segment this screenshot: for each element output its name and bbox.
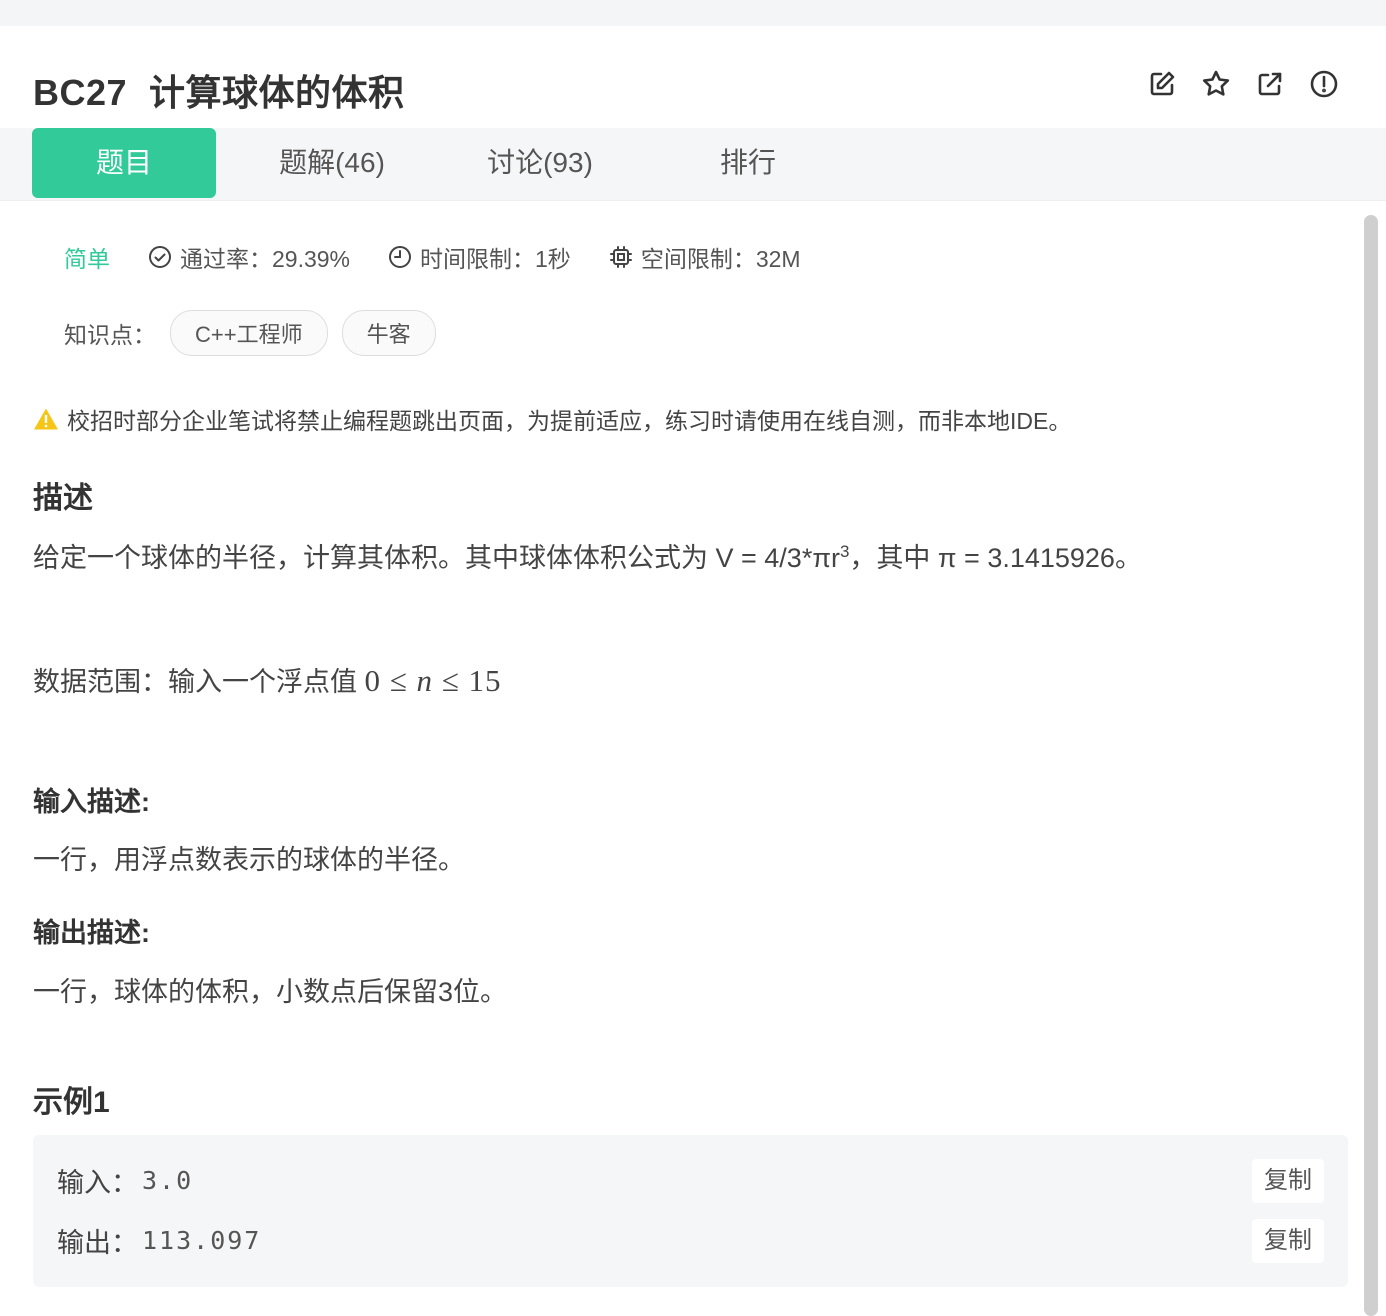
problem-content: 简单 通过率：29.39% 时间限制：1秒 空间限制：32M 知识点： C++工… bbox=[0, 200, 1360, 1316]
example-input-row: 输入： 3.0 bbox=[57, 1161, 193, 1200]
pass-rate-text: 通过率：29.39% bbox=[180, 246, 351, 272]
math-right: ≤ 15 bbox=[433, 663, 502, 698]
problem-meta: 简单 通过率：29.39% 时间限制：1秒 空间限制：32M bbox=[64, 240, 839, 274]
page-title: BC27 计算球体的体积 bbox=[33, 64, 405, 116]
header-actions bbox=[1146, 68, 1340, 100]
star-icon[interactable] bbox=[1200, 68, 1232, 100]
example-input-value: 3.0 bbox=[142, 1166, 194, 1195]
description-heading: 描述 bbox=[33, 482, 93, 515]
warning-icon bbox=[34, 408, 58, 430]
copy-input-button[interactable]: 复制 bbox=[1252, 1159, 1324, 1203]
tab-problem[interactable]: 题目 bbox=[32, 128, 216, 198]
example-box: 输入： 3.0 复制 输出： 113.097 复制 bbox=[33, 1135, 1348, 1287]
example-input-label: 输入： bbox=[57, 1168, 138, 1198]
input-desc-text: 一行，用浮点数表示的球体的半径。 bbox=[33, 845, 465, 875]
tab-solutions[interactable]: 题解(46) bbox=[240, 128, 424, 198]
scrollbar[interactable] bbox=[1364, 215, 1378, 1316]
description-text-end: ，其中 π = 3.1415926。 bbox=[849, 543, 1142, 573]
time-limit-text: 时间限制：1秒 bbox=[420, 246, 571, 272]
example-output-value: 113.097 bbox=[142, 1226, 262, 1255]
space-limit-text: 空间限制：32M bbox=[640, 246, 801, 272]
warning-text: 校招时部分企业笔试将禁止编程题跳出页面，为提前适应，练习时请使用在线自测，而非本… bbox=[67, 408, 1072, 434]
pass-rate: 通过率：29.39% bbox=[148, 240, 350, 274]
math-left: 0 ≤ bbox=[364, 663, 417, 698]
external-link-icon[interactable] bbox=[1254, 68, 1286, 100]
description-superscript: 3 bbox=[839, 542, 850, 561]
problem-header: BC27 计算球体的体积 bbox=[0, 26, 1386, 128]
knowledge-points: 知识点： C++工程师 牛客 bbox=[64, 310, 436, 356]
clock-icon bbox=[389, 246, 412, 268]
time-limit: 时间限制：1秒 bbox=[388, 240, 571, 274]
description-text: 给定一个球体的半径，计算其体积。其中球体体积公式为 V = 4/3*πr3，其中… bbox=[33, 536, 1142, 575]
space-limit: 空间限制：32M bbox=[609, 240, 801, 274]
data-range-label: 数据范围：输入一个浮点值 bbox=[33, 667, 365, 697]
tag-cpp-engineer[interactable]: C++工程师 bbox=[170, 310, 328, 356]
output-desc-heading: 输出描述: bbox=[33, 918, 150, 948]
check-circle-icon bbox=[149, 246, 171, 268]
input-desc-heading: 输入描述: bbox=[33, 787, 150, 817]
chip-icon bbox=[609, 246, 632, 268]
example-output-label: 输出： bbox=[57, 1228, 138, 1258]
report-icon[interactable] bbox=[1308, 68, 1340, 100]
tag-niuke[interactable]: 牛客 bbox=[341, 310, 436, 356]
description-text-main: 给定一个球体的半径，计算其体积。其中球体体积公式为 V = 4/3*πr bbox=[33, 543, 840, 573]
tab-ranking[interactable]: 排行 bbox=[656, 128, 840, 198]
example-output-row: 输出： 113.097 bbox=[57, 1221, 261, 1260]
problem-code: BC27 bbox=[33, 72, 128, 113]
warning-notice: 校招时部分企业笔试将禁止编程题跳出页面，为提前适应，练习时请使用在线自测，而非本… bbox=[33, 402, 1071, 436]
tab-bar: 题目 题解(46) 讨论(93) 排行 bbox=[0, 128, 1386, 201]
knowledge-label: 知识点： bbox=[64, 322, 156, 348]
edit-icon[interactable] bbox=[1146, 68, 1178, 100]
top-strip bbox=[0, 0, 1386, 27]
copy-output-button[interactable]: 复制 bbox=[1252, 1219, 1324, 1263]
math-var: n bbox=[416, 663, 434, 698]
difficulty-badge: 简单 bbox=[64, 246, 110, 272]
output-desc-text: 一行，球体的体积，小数点后保留3位。 bbox=[33, 977, 508, 1007]
tab-discussion[interactable]: 讨论(93) bbox=[448, 128, 632, 198]
data-range: 数据范围：输入一个浮点值 0 ≤ n ≤ 15 bbox=[33, 660, 502, 699]
data-range-math: 0 ≤ n ≤ 15 bbox=[365, 663, 502, 698]
problem-title: 计算球体的体积 bbox=[149, 72, 405, 113]
example-heading: 示例1 bbox=[33, 1086, 110, 1119]
